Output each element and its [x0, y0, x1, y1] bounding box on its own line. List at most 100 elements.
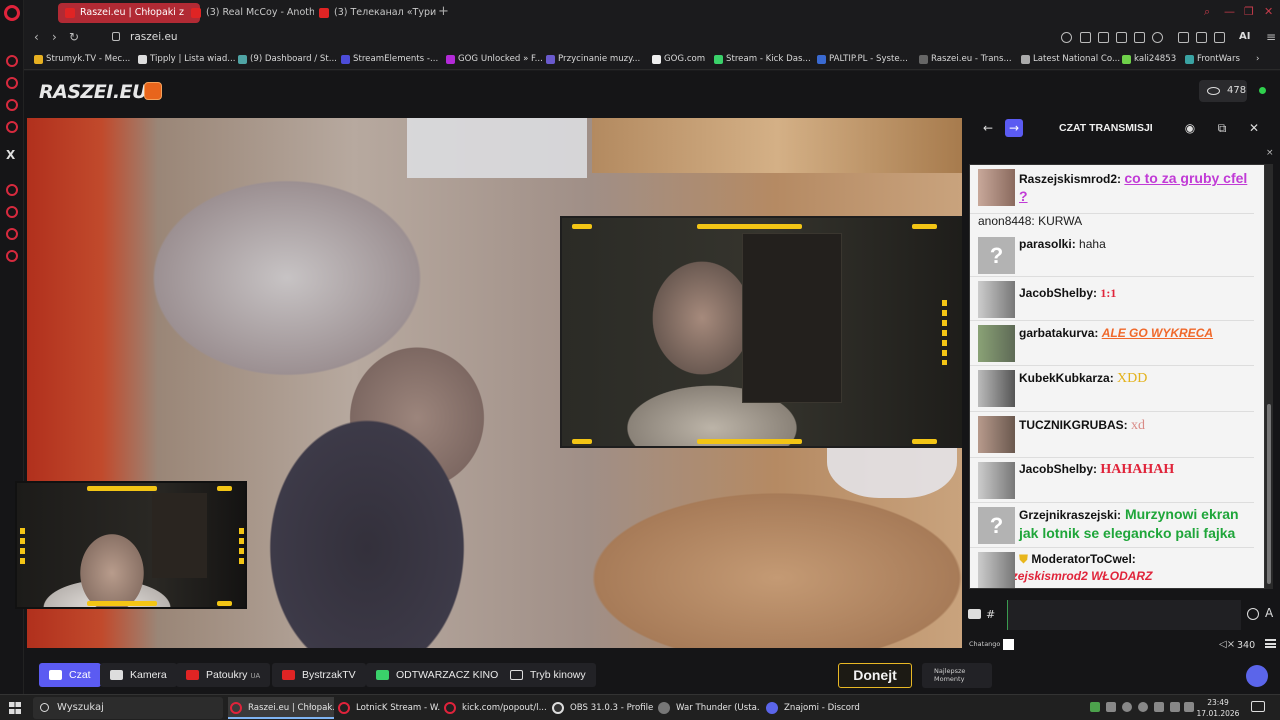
taskbar-clock[interactable]: 23:49 17.01.2026 — [1196, 697, 1240, 719]
forward-button[interactable]: › — [52, 30, 57, 44]
bookmark-item[interactable]: StreamElements -... — [341, 54, 438, 64]
bookmark-item[interactable]: FrontWars — [1185, 54, 1240, 64]
chat-back-button[interactable]: ← — [979, 119, 997, 137]
avatar[interactable] — [978, 281, 1015, 318]
opera-logo-icon[interactable] — [4, 5, 20, 21]
popout-icon[interactable]: ⧉ — [1213, 119, 1231, 137]
volume-icon[interactable] — [1184, 702, 1194, 712]
avatar[interactable] — [978, 416, 1015, 453]
chat-dismiss-button[interactable]: × — [1266, 148, 1274, 158]
mail-icon[interactable] — [6, 99, 18, 111]
url-field[interactable]: raszei.eu — [130, 31, 178, 43]
bookmark-item[interactable]: Latest National Co... — [1021, 54, 1120, 64]
chatango-icon[interactable] — [1003, 639, 1014, 650]
taskbar-search[interactable]: Wyszukaj — [33, 697, 223, 719]
tab-turik[interactable]: (3) Телеканал «Турик и К — [312, 3, 436, 23]
taskbar-item-discord[interactable]: Znajomi - Discord — [764, 697, 868, 719]
chat-messages[interactable]: Raszejskismrod2: co to za gruby cfel ? a… — [969, 164, 1265, 589]
bookmark-item[interactable]: Raszei.eu - Trans... — [919, 54, 1012, 64]
emoji-icon[interactable] — [1247, 608, 1259, 620]
share-icon[interactable] — [1196, 32, 1207, 43]
notifications-icon[interactable] — [1251, 701, 1265, 712]
chat-menu-icon[interactable] — [1265, 639, 1276, 648]
best-moments-button[interactable]: Najlepsze Momenty — [922, 663, 992, 688]
instagram-icon[interactable] — [6, 77, 18, 89]
settings-icon[interactable] — [6, 250, 18, 262]
minimize-button[interactable]: — — [1224, 5, 1235, 18]
taskbar-item-obs[interactable]: OBS 31.0.3 - Profile:... — [550, 697, 654, 719]
extensions-puzzle-icon[interactable] — [1178, 32, 1189, 43]
bookmark-item[interactable]: (9) Dashboard / St... — [238, 54, 337, 64]
camera-icon[interactable] — [968, 609, 981, 619]
messenger-icon[interactable] — [6, 55, 18, 67]
tab-real-mccoy[interactable]: (3) Real McCoy - Another — [184, 3, 314, 23]
avatar[interactable] — [978, 325, 1015, 362]
avatar[interactable] — [978, 462, 1015, 499]
taskbar-item-lotnick[interactable]: LotnicK Stream - W... — [336, 697, 440, 719]
chat-close-button[interactable]: ✕ — [1245, 119, 1263, 137]
bookmark-item[interactable]: kali24853 — [1122, 54, 1176, 64]
heart-icon[interactable] — [1152, 32, 1163, 43]
new-tab-button[interactable]: + — [438, 4, 449, 19]
extensions-icon[interactable] — [6, 228, 18, 240]
tray-icon[interactable] — [1138, 702, 1148, 712]
mute-icon[interactable]: ◁× — [1219, 639, 1235, 650]
discord-icon[interactable]: ◉ — [1181, 119, 1199, 137]
bookmark-item[interactable]: Strumyk.TV - Mec... — [34, 54, 130, 64]
send-icon[interactable] — [1134, 32, 1145, 43]
snapshot-icon[interactable] — [1098, 32, 1109, 43]
cinema-mode-button[interactable]: Tryb kinowy — [500, 663, 596, 687]
bookmark-item[interactable]: GOG.com — [652, 54, 705, 64]
chat-forward-button[interactable]: → — [1005, 119, 1023, 137]
bookmark-item[interactable]: PALTIP.PL - Syste... — [817, 54, 908, 64]
music-icon[interactable] — [6, 121, 18, 133]
bookmarks-more-button[interactable]: › — [1256, 54, 1259, 64]
bookmark-page-icon[interactable] — [1080, 32, 1091, 43]
network-icon[interactable] — [1170, 702, 1180, 712]
menu-icon[interactable]: ≡ — [1266, 30, 1276, 44]
chatango-link[interactable]: Chatango — [969, 640, 1000, 648]
reload-button[interactable]: ↻ — [69, 30, 79, 44]
font-style-icon[interactable]: A — [1265, 606, 1273, 620]
site-badge-icon[interactable] — [144, 82, 162, 100]
bystrzaktv-button[interactable]: BystrzakTV — [272, 663, 366, 687]
zoom-icon[interactable] — [1061, 32, 1072, 43]
discord-icon[interactable] — [1246, 665, 1268, 687]
tab-raszei[interactable]: Raszei.eu | Chłopaki z — [58, 3, 200, 23]
chat-scrollbar[interactable] — [1265, 164, 1273, 589]
maximize-button[interactable]: ❐ — [1244, 5, 1254, 18]
close-window-button[interactable]: ✕ — [1264, 5, 1273, 18]
default-avatar-icon[interactable]: ? — [978, 237, 1015, 274]
tray-icon[interactable] — [1090, 702, 1100, 712]
download-icon[interactable] — [1214, 32, 1225, 43]
windows-start-icon[interactable] — [9, 702, 21, 714]
history-icon[interactable] — [6, 206, 18, 218]
taskbar-item-opera[interactable]: Raszei.eu | Chłopak... — [228, 697, 334, 719]
player-icon[interactable] — [6, 184, 18, 196]
taskbar-item-kick[interactable]: kick.com/popout/l... — [442, 697, 546, 719]
aria-ai-button[interactable]: AI — [1239, 31, 1250, 42]
x-twitter-icon[interactable]: X — [6, 148, 15, 162]
shield-icon[interactable] — [1116, 32, 1127, 43]
patoukry-button[interactable]: Patoukry UA — [176, 663, 271, 687]
tray-icon[interactable] — [1154, 702, 1164, 712]
chat-tab-button[interactable]: Czat — [39, 663, 101, 687]
tray-icon[interactable] — [1106, 702, 1116, 712]
search-tabs-icon[interactable]: ⌕ — [1204, 5, 1210, 19]
kino-player-button[interactable]: ODTWARZACZ KINO — [366, 663, 509, 687]
avatar[interactable] — [978, 370, 1015, 407]
bookmark-item[interactable]: Stream - Kick Das... — [714, 54, 811, 64]
tray-icon[interactable] — [1122, 702, 1132, 712]
bookmark-item[interactable]: GOG Unlocked » F... — [446, 54, 543, 64]
back-button[interactable]: ‹ — [34, 30, 39, 44]
default-avatar-icon[interactable]: ? — [978, 507, 1015, 544]
avatar[interactable] — [978, 169, 1015, 206]
chat-message-input[interactable] — [1007, 600, 1241, 630]
camera-tab-button[interactable]: Kamera — [100, 663, 177, 687]
donate-button[interactable]: Donejt — [838, 663, 912, 688]
taskbar-item-war-thunder[interactable]: War Thunder (Usta... — [656, 697, 760, 719]
bookmark-item[interactable]: Przycinanie muzy... — [546, 54, 640, 64]
bookmark-item[interactable]: Tipply | Lista wiad... — [138, 54, 235, 64]
site-logo[interactable]: RASZEI.EU — [39, 81, 147, 103]
avatar[interactable] — [978, 552, 1015, 588]
